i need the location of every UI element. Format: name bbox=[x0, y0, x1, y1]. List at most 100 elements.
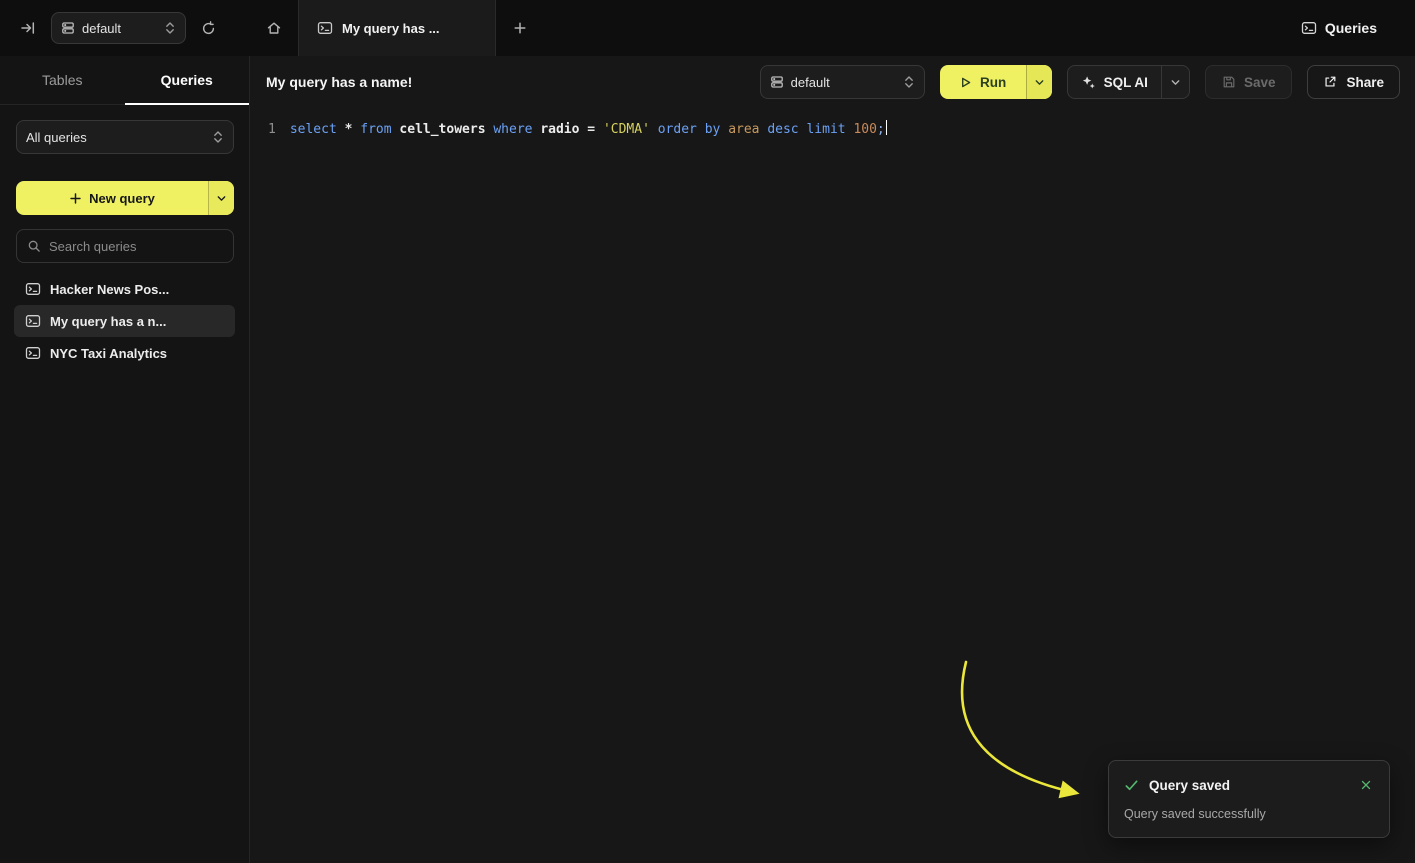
code-line: select * from cell_towers where radio = … bbox=[290, 120, 887, 160]
query-filter-select[interactable]: All queries bbox=[16, 120, 234, 154]
topbar-database-value: default bbox=[82, 21, 157, 36]
run-dropdown-caret[interactable] bbox=[1026, 65, 1052, 99]
sidebar-tab-tables[interactable]: Tables bbox=[0, 56, 125, 104]
new-query-button-main: New query bbox=[16, 181, 208, 215]
home-icon bbox=[266, 20, 282, 36]
query-item-label: Hacker News Pos... bbox=[50, 282, 169, 297]
query-item-label: NYC Taxi Analytics bbox=[50, 346, 167, 361]
query-icon bbox=[25, 345, 41, 361]
toolbar-database-value: default bbox=[791, 75, 896, 90]
new-query-dropdown-caret[interactable] bbox=[208, 181, 234, 215]
query-list-item[interactable]: NYC Taxi Analytics bbox=[14, 337, 235, 369]
chevron-down-icon bbox=[216, 193, 227, 204]
query-icon bbox=[25, 313, 41, 329]
chevron-down-icon bbox=[1170, 77, 1181, 88]
chevron-updown-icon bbox=[164, 21, 176, 35]
queries-button[interactable]: Queries bbox=[1301, 20, 1377, 36]
sidebar-tab-queries[interactable]: Queries bbox=[125, 56, 250, 104]
sparkle-icon bbox=[1081, 75, 1096, 90]
toast-title: Query saved bbox=[1149, 778, 1348, 793]
toast-close-button[interactable] bbox=[1358, 777, 1374, 793]
tab-label: My query has ... bbox=[342, 21, 440, 36]
sidebar-tab-tables-label: Tables bbox=[42, 72, 82, 88]
topbar-database-selector[interactable]: default bbox=[51, 12, 186, 44]
new-tab-button[interactable] bbox=[496, 0, 544, 56]
sql-ai-dropdown-caret[interactable] bbox=[1161, 66, 1189, 98]
topbar: default My query has ... bbox=[0, 0, 1415, 56]
query-icon bbox=[25, 281, 41, 297]
plus-icon bbox=[69, 192, 82, 205]
close-icon bbox=[1360, 779, 1372, 791]
text-cursor bbox=[886, 120, 888, 135]
code-token: 100 bbox=[853, 122, 876, 137]
chevron-updown-icon bbox=[903, 75, 915, 89]
code-token: from bbox=[360, 122, 399, 137]
sidebar-tabs: Tables Queries bbox=[0, 56, 249, 105]
sql-ai-button-label: SQL AI bbox=[1104, 75, 1148, 90]
code-token: 'CDMA' bbox=[603, 122, 658, 137]
database-icon bbox=[61, 21, 75, 35]
topbar-right: Queries bbox=[1301, 20, 1415, 36]
query-icon bbox=[1301, 20, 1317, 36]
save-button-label: Save bbox=[1244, 75, 1276, 90]
query-list: Hacker News Pos... My query has a n... N… bbox=[14, 273, 235, 369]
collapse-sidebar-button[interactable] bbox=[16, 16, 40, 40]
collapse-sidebar-icon bbox=[20, 20, 36, 36]
query-search-box bbox=[16, 229, 234, 263]
toast-header: Query saved bbox=[1124, 777, 1374, 793]
line-number: 1 bbox=[268, 120, 276, 160]
search-icon bbox=[27, 239, 41, 253]
save-icon bbox=[1222, 75, 1236, 89]
queries-button-label: Queries bbox=[1325, 20, 1377, 36]
code-token: = bbox=[587, 122, 603, 137]
refresh-icon bbox=[201, 21, 216, 36]
code-token: * bbox=[345, 122, 361, 137]
code-token: where bbox=[493, 122, 540, 137]
main-header: My query has a name! default Run bbox=[251, 56, 1415, 108]
share-button-label: Share bbox=[1346, 75, 1384, 90]
code-token: area bbox=[728, 122, 767, 137]
new-query-button[interactable]: New query bbox=[16, 181, 234, 215]
refresh-button[interactable] bbox=[197, 17, 220, 40]
chevron-down-icon bbox=[1034, 77, 1045, 88]
main-panel: My query has a name! default Run bbox=[251, 56, 1415, 863]
page-title: My query has a name! bbox=[266, 74, 412, 90]
query-filter-value: All queries bbox=[26, 130, 205, 145]
run-button-main: Run bbox=[940, 65, 1026, 99]
code-token: desc bbox=[767, 122, 806, 137]
toast-query-saved: Query saved Query saved successfully bbox=[1108, 760, 1390, 838]
run-button-label: Run bbox=[980, 75, 1006, 90]
home-tab[interactable] bbox=[250, 0, 298, 56]
code-token: select bbox=[290, 122, 345, 137]
run-button[interactable]: Run bbox=[940, 65, 1052, 99]
plus-icon bbox=[513, 21, 527, 35]
code-token: cell_towers bbox=[399, 122, 493, 137]
play-icon bbox=[959, 76, 972, 89]
save-button[interactable]: Save bbox=[1205, 65, 1293, 99]
share-button[interactable]: Share bbox=[1307, 65, 1400, 99]
tabstrip: My query has ... bbox=[250, 0, 544, 56]
query-list-item-selected[interactable]: My query has a n... bbox=[14, 305, 235, 337]
code-token: limit bbox=[806, 122, 853, 137]
check-icon bbox=[1124, 778, 1139, 793]
sql-ai-button[interactable]: SQL AI bbox=[1067, 65, 1190, 99]
share-icon bbox=[1323, 75, 1337, 89]
search-queries-input[interactable] bbox=[49, 239, 223, 254]
sql-editor[interactable]: 1 select * from cell_towers where radio … bbox=[251, 108, 1415, 160]
database-icon bbox=[770, 75, 784, 89]
code-token: radio bbox=[540, 122, 587, 137]
toast-message: Query saved successfully bbox=[1124, 807, 1374, 821]
toolbar: default Run bbox=[760, 65, 1400, 99]
query-item-label: My query has a n... bbox=[50, 314, 166, 329]
sql-ai-button-main: SQL AI bbox=[1068, 66, 1161, 98]
code-token: order by bbox=[658, 122, 728, 137]
chevron-updown-icon bbox=[212, 130, 224, 144]
topbar-left: default bbox=[0, 12, 250, 44]
query-list-item[interactable]: Hacker News Pos... bbox=[14, 273, 235, 305]
tab-my-query[interactable]: My query has ... bbox=[298, 0, 496, 56]
new-query-button-label: New query bbox=[89, 191, 155, 206]
sidebar: Tables Queries All queries New query bbox=[0, 56, 250, 863]
query-icon bbox=[317, 20, 333, 36]
toolbar-database-selector[interactable]: default bbox=[760, 65, 925, 99]
code-token: ; bbox=[877, 122, 885, 137]
